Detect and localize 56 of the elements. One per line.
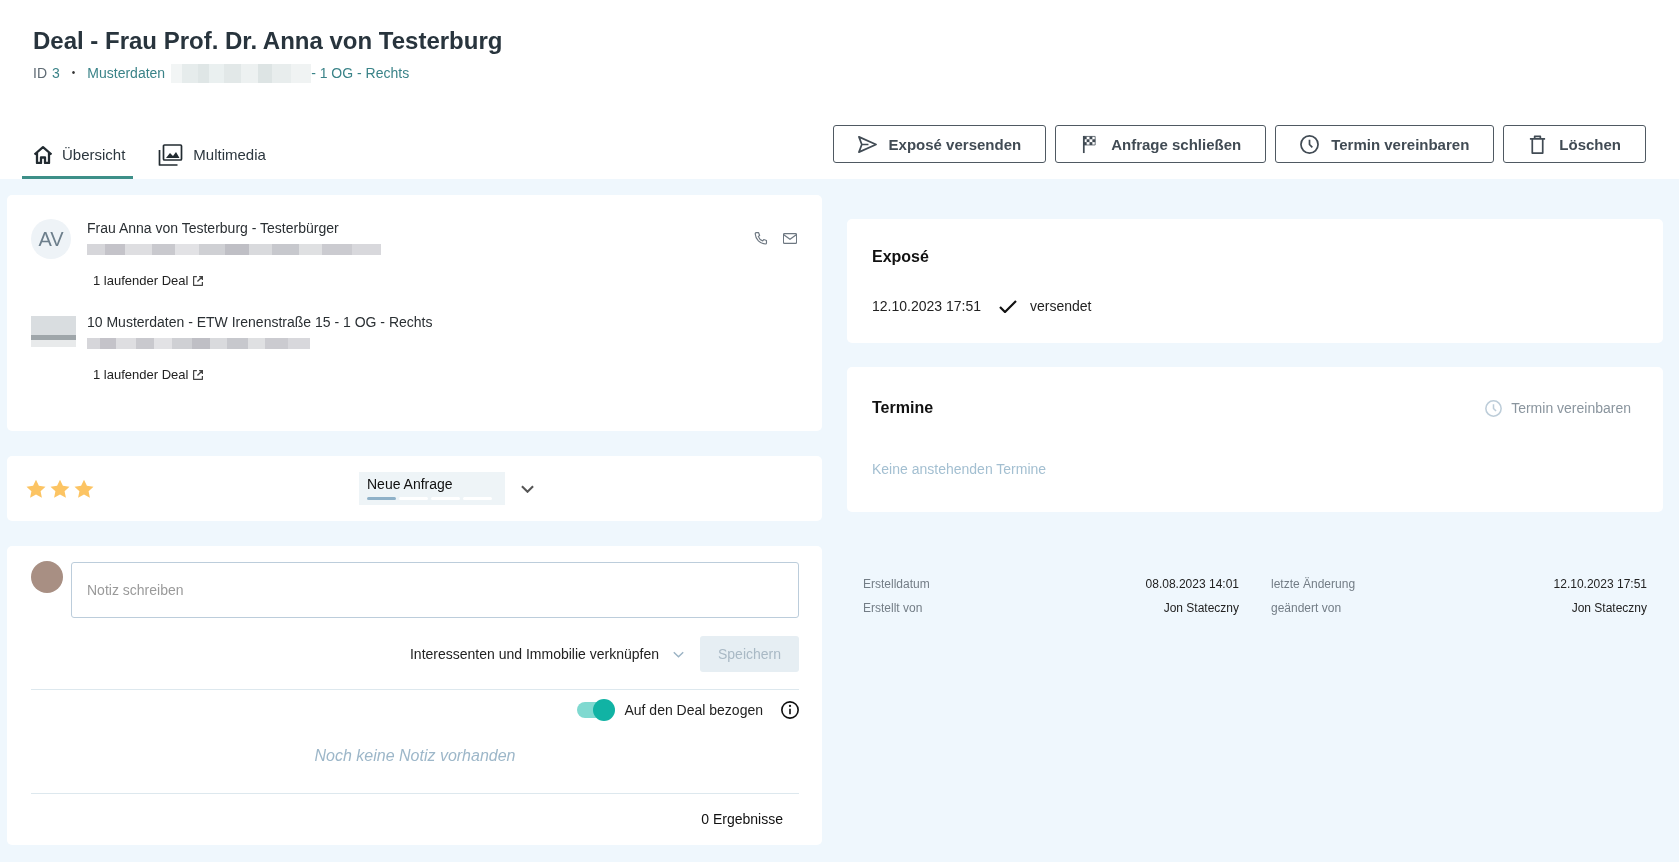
card-title: Termine <box>872 398 934 418</box>
images-icon <box>158 144 184 166</box>
empty-appointments-text: Keine anstehenden Termine <box>872 460 1048 479</box>
meta-label: geändert von <box>1271 600 1342 617</box>
stage-dropdown[interactable]: Neue Anfrage <box>359 472 505 505</box>
meta-value: 12.10.2023 17:51 <box>1553 576 1647 593</box>
toggle-label: Auf den Deal bezogen <box>624 702 763 718</box>
meta-label: Erstellt von <box>863 600 923 617</box>
toggle-switch[interactable] <box>577 702 615 718</box>
card-title: Exposé <box>872 247 930 267</box>
check-icon <box>999 299 1017 313</box>
property-link[interactable]: - 1 OG - Rechts <box>311 64 410 82</box>
running-deals-link[interactable]: 1 laufender Deal <box>93 366 204 384</box>
star-icon[interactable] <box>50 478 70 499</box>
chevron-down-icon[interactable] <box>521 484 534 493</box>
meta-value: 08.08.2023 14:01 <box>1145 576 1239 593</box>
id-label: ID <box>33 64 47 82</box>
action-button[interactable]: Exposé versenden <box>832 125 1047 163</box>
action-button[interactable]: Anfrage schließen <box>1055 125 1267 163</box>
id-value: 3 <box>52 64 60 82</box>
meta-value: Jon Stateczny <box>1571 600 1647 617</box>
star-icon[interactable] <box>74 478 94 499</box>
link-dropdown[interactable]: Interessenten und Immobilie verknüpfen <box>409 646 684 662</box>
star-rating[interactable] <box>26 478 94 499</box>
property-link[interactable]: Musterdaten <box>87 64 166 82</box>
contact-name: 10 Musterdaten - ETW Irenenstraße 15 - 1 OG - Rechts <box>87 313 434 331</box>
page-title: Deal - Frau Prof. Dr. Anna von Testerburg <box>33 26 504 56</box>
note-input-field[interactable]: Notiz schreiben <box>71 562 799 618</box>
action-button[interactable]: Termin vereinbaren <box>1275 125 1495 163</box>
home-icon <box>34 146 52 164</box>
sent-status: versendet <box>1030 297 1092 316</box>
separator-dot: • <box>71 66 76 80</box>
clock-icon <box>1300 134 1320 154</box>
running-deals-link[interactable]: 1 laufender Deal <box>93 272 204 290</box>
sent-date: 12.10.2023 17:51 <box>872 297 981 316</box>
chevron-down-icon <box>673 650 684 658</box>
info-icon[interactable] <box>781 701 799 719</box>
clock-icon <box>1485 399 1503 417</box>
send-icon <box>857 134 877 154</box>
trash-icon <box>1528 134 1548 154</box>
action-button[interactable]: Löschen <box>1503 125 1646 163</box>
result-count: 0 Ergebnisse <box>700 810 784 829</box>
meta-value: Jon Stateczny <box>1163 600 1239 617</box>
empty-notes-text: Noch keine Notiz vorhanden <box>313 746 517 766</box>
avatar-placeholder <box>31 561 63 593</box>
mail-icon[interactable] <box>783 232 797 245</box>
phone-icon[interactable] <box>754 232 768 245</box>
star-icon[interactable] <box>26 478 46 499</box>
external-link-icon <box>193 370 204 380</box>
tab[interactable]: Multimedia <box>146 125 274 179</box>
contact-name: Frau Anna von Testerburg - Testerbürger <box>87 219 340 237</box>
meta-label: letzte Änderung <box>1271 576 1356 593</box>
meta-label: Erstelldatum <box>863 576 930 593</box>
photo-placeholder <box>31 316 76 347</box>
contact-avatar: AV <box>31 219 71 259</box>
external-link-icon <box>193 276 204 286</box>
